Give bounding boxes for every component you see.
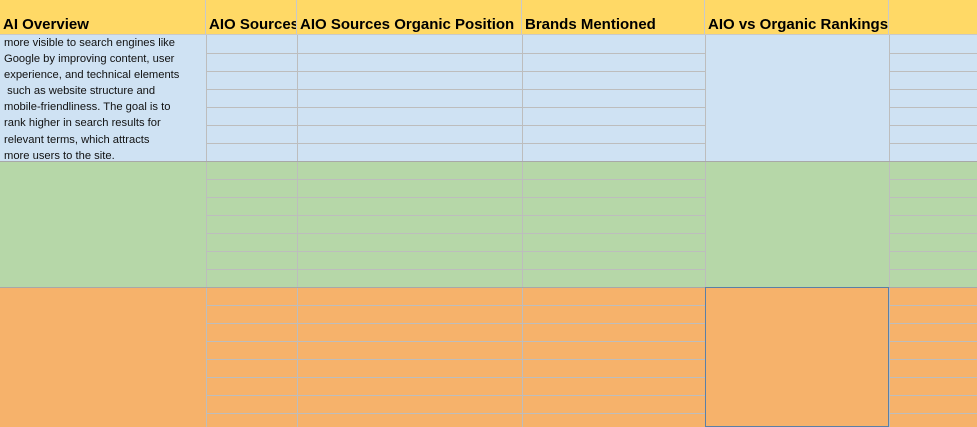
column-header-aio-sources[interactable]: AIO Sources xyxy=(206,0,297,35)
overview-line: experience, and technical elements xyxy=(4,69,180,82)
overview-line: mobile-friendliness. The goal is to xyxy=(4,101,171,114)
overview-line: Google by improving content, user xyxy=(4,53,175,66)
column-header-brands-mentioned[interactable]: Brands Mentioned xyxy=(522,0,705,35)
ai-overview-cell-text[interactable]: more visible to search engines like Goog… xyxy=(4,35,202,164)
column-header-ai-overview[interactable]: AI Overview xyxy=(0,0,206,35)
column-header-aio-vs-organic-rankings[interactable]: AIO vs Organic Rankings xyxy=(705,0,889,35)
row-group-green xyxy=(0,161,977,287)
spreadsheet-grid: AI Overview AIO Sources AIO Sources Orga… xyxy=(0,0,977,427)
column-header-aio-sources-organic-position[interactable]: AIO Sources Organic Position xyxy=(297,0,522,35)
overview-line: relevant terms, which attracts xyxy=(4,133,150,146)
overview-line: rank higher in search results for xyxy=(4,117,161,130)
overview-line: more users to the site. xyxy=(4,149,115,162)
header-row: AI Overview AIO Sources AIO Sources Orga… xyxy=(0,0,977,35)
overview-line: more visible to search engines like xyxy=(4,37,176,49)
selected-cell-outline[interactable] xyxy=(705,287,889,427)
overview-line: such as website structure and xyxy=(4,85,156,98)
column-header-extra[interactable] xyxy=(889,0,977,35)
